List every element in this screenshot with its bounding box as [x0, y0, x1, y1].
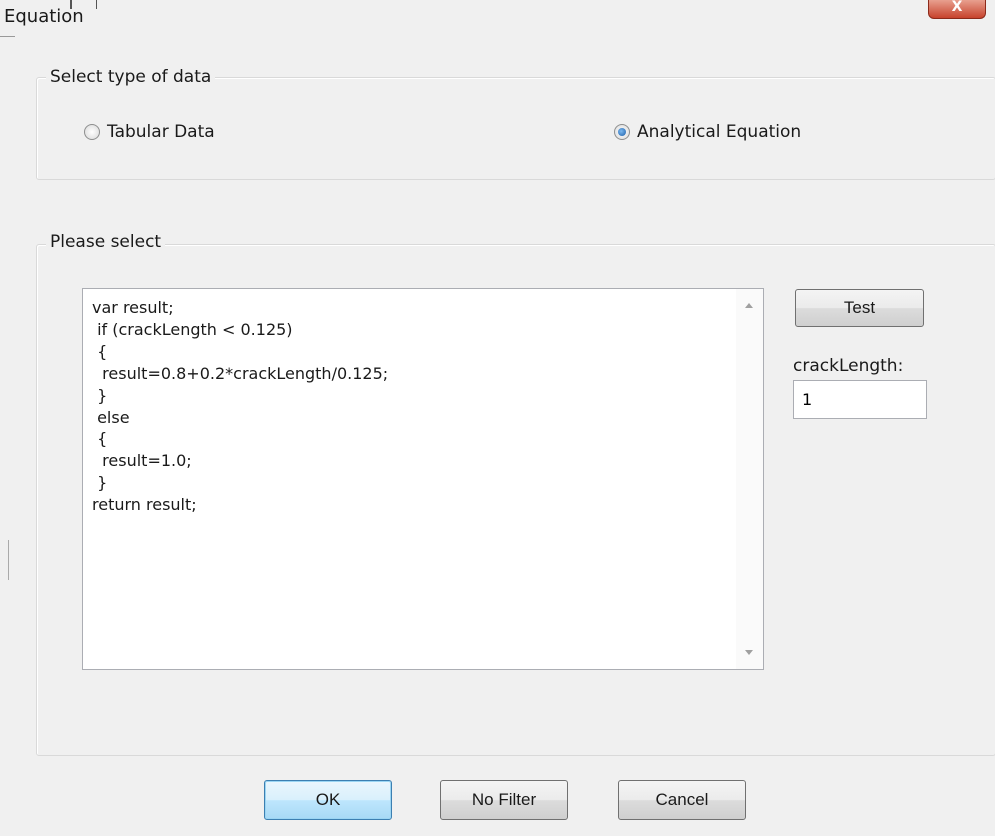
vertical-scrollbar[interactable] — [736, 289, 763, 669]
close-button[interactable]: X — [928, 0, 986, 19]
equation-code[interactable]: var result; if (crackLength < 0.125) { r… — [92, 297, 388, 516]
radio-label: Tabular Data — [107, 122, 215, 142]
crack-length-input[interactable] — [793, 380, 927, 419]
background-window-edge — [0, 36, 15, 37]
close-icon: X — [951, 0, 963, 15]
please-select-legend: Please select — [46, 232, 166, 252]
data-type-legend: Select type of data — [46, 67, 216, 87]
ok-button[interactable]: OK — [264, 780, 392, 820]
radio-tabular-data[interactable]: Tabular Data — [84, 122, 215, 142]
crack-length-label: crackLength: — [793, 356, 904, 376]
background-window-edge — [96, 0, 97, 9]
scroll-up-arrow-icon[interactable] — [745, 303, 753, 308]
title-bar: Equation X — [0, 0, 995, 36]
test-button[interactable]: Test — [795, 289, 924, 327]
equation-editor[interactable]: var result; if (crackLength < 0.125) { r… — [82, 288, 764, 670]
no-filter-button[interactable]: No Filter — [440, 780, 568, 820]
cancel-button[interactable]: Cancel — [618, 780, 746, 820]
radio-button[interactable] — [84, 124, 100, 140]
window-title: Equation — [4, 6, 84, 27]
background-window-edge — [8, 540, 9, 580]
radio-label: Analytical Equation — [637, 122, 802, 142]
radio-analytical-equation[interactable]: Analytical Equation — [614, 122, 801, 142]
radio-button[interactable] — [614, 124, 630, 140]
scroll-down-arrow-icon[interactable] — [745, 650, 753, 655]
